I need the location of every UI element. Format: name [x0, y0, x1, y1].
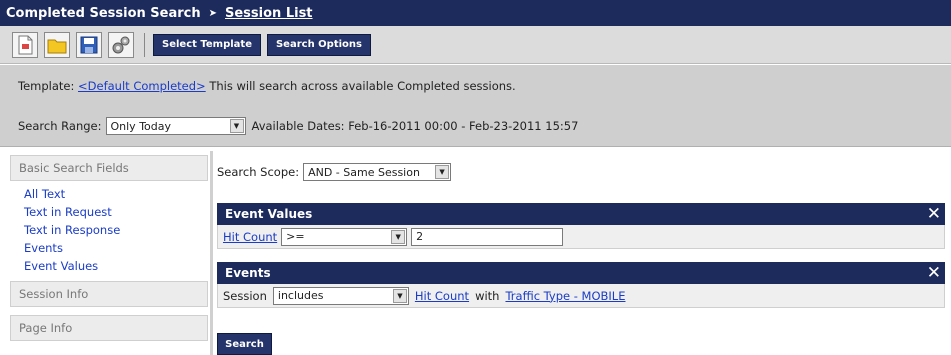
chevron-down-icon[interactable]: ▼	[392, 288, 407, 303]
search-range-label: Search Range:	[18, 119, 102, 133]
template-info-panel: Template: <Default Completed> This will …	[0, 65, 951, 147]
title-bar: Completed Session Search ➤ Session List	[0, 0, 951, 26]
new-document-icon[interactable]	[12, 31, 38, 58]
settings-gears-icon[interactable]	[108, 31, 134, 58]
sidebar-item-events[interactable]: Events	[24, 239, 208, 257]
session-condition-value: includes	[277, 289, 324, 302]
with-text: with	[475, 288, 500, 303]
session-label: Session	[223, 288, 267, 303]
chevron-down-icon[interactable]: ▼	[435, 165, 450, 179]
operator-value: >=	[286, 230, 305, 243]
chevron-down-icon[interactable]: ▼	[391, 229, 406, 244]
breadcrumb-session-list-link[interactable]: Session List	[225, 6, 313, 21]
template-description: This will search across available Comple…	[209, 79, 516, 93]
sidebar-item-text-in-request[interactable]: Text in Request	[24, 203, 208, 221]
sidebar-item-event-values[interactable]: Event Values	[24, 257, 208, 275]
events-title: Events	[225, 266, 271, 280]
search-range-row: Search Range: Only Today ▼ Available Dat…	[18, 117, 578, 135]
template-row: Template: <Default Completed> This will …	[18, 79, 516, 93]
search-scope-row: Search Scope: AND - Same Session ▼	[217, 163, 452, 181]
select-template-button[interactable]: Select Template	[153, 33, 261, 56]
events-hit-count-link[interactable]: Hit Count	[415, 289, 469, 303]
open-folder-icon[interactable]	[44, 31, 70, 58]
event-values-row: Hit Count >= ▼ 2	[217, 225, 945, 249]
sidebar-items: All Text Text in Request Text in Respons…	[10, 181, 208, 279]
sidebar: Basic Search Fields All Text Text in Req…	[10, 155, 208, 355]
search-range-select[interactable]: Only Today ▼	[105, 117, 246, 135]
event-values-title: Event Values	[225, 207, 313, 221]
save-disk-icon[interactable]	[76, 31, 102, 58]
hit-count-link[interactable]: Hit Count	[223, 230, 277, 244]
sidebar-item-all-text[interactable]: All Text	[24, 185, 208, 203]
sidebar-item-text-in-response[interactable]: Text in Response	[24, 221, 208, 239]
page-title: Completed Session Search	[6, 5, 201, 21]
search-scope-select[interactable]: AND - Same Session ▼	[303, 163, 452, 181]
search-scope-label: Search Scope:	[217, 165, 300, 179]
toolbar: Select Template Search Options	[0, 26, 951, 64]
available-dates-text: Available Dates: Feb-16-2011 00:00 - Feb…	[251, 119, 579, 133]
search-scope-value: AND - Same Session	[308, 165, 420, 179]
toolbar-divider	[144, 32, 145, 57]
close-icon[interactable]: ✕	[927, 262, 941, 284]
hit-count-value-input[interactable]: 2	[411, 227, 564, 246]
operator-select[interactable]: >= ▼	[281, 227, 408, 246]
sidebar-section-session-info[interactable]: Session Info	[10, 281, 208, 307]
search-options-button[interactable]: Search Options	[266, 33, 371, 56]
traffic-type-mobile-link[interactable]: Traffic Type - MOBILE	[505, 289, 625, 303]
search-range-value: Only Today	[110, 119, 172, 133]
breadcrumb-separator-icon: ➤	[208, 7, 217, 19]
events-panel-header: Events ✕	[217, 262, 945, 284]
template-link[interactable]: <Default Completed>	[78, 79, 206, 93]
chevron-down-icon[interactable]: ▼	[229, 119, 244, 133]
event-values-panel-header: Event Values ✕	[217, 203, 945, 225]
search-button[interactable]: Search	[217, 333, 272, 355]
session-condition-select[interactable]: includes ▼	[272, 286, 409, 305]
sidebar-section-page-info[interactable]: Page Info	[10, 315, 208, 341]
events-row: Session includes ▼ Hit Count with Traffi…	[217, 284, 945, 308]
template-label: Template:	[18, 79, 75, 93]
vertical-divider	[210, 151, 213, 355]
sidebar-section-basic-search-fields[interactable]: Basic Search Fields	[10, 155, 208, 181]
close-icon[interactable]: ✕	[927, 203, 941, 225]
